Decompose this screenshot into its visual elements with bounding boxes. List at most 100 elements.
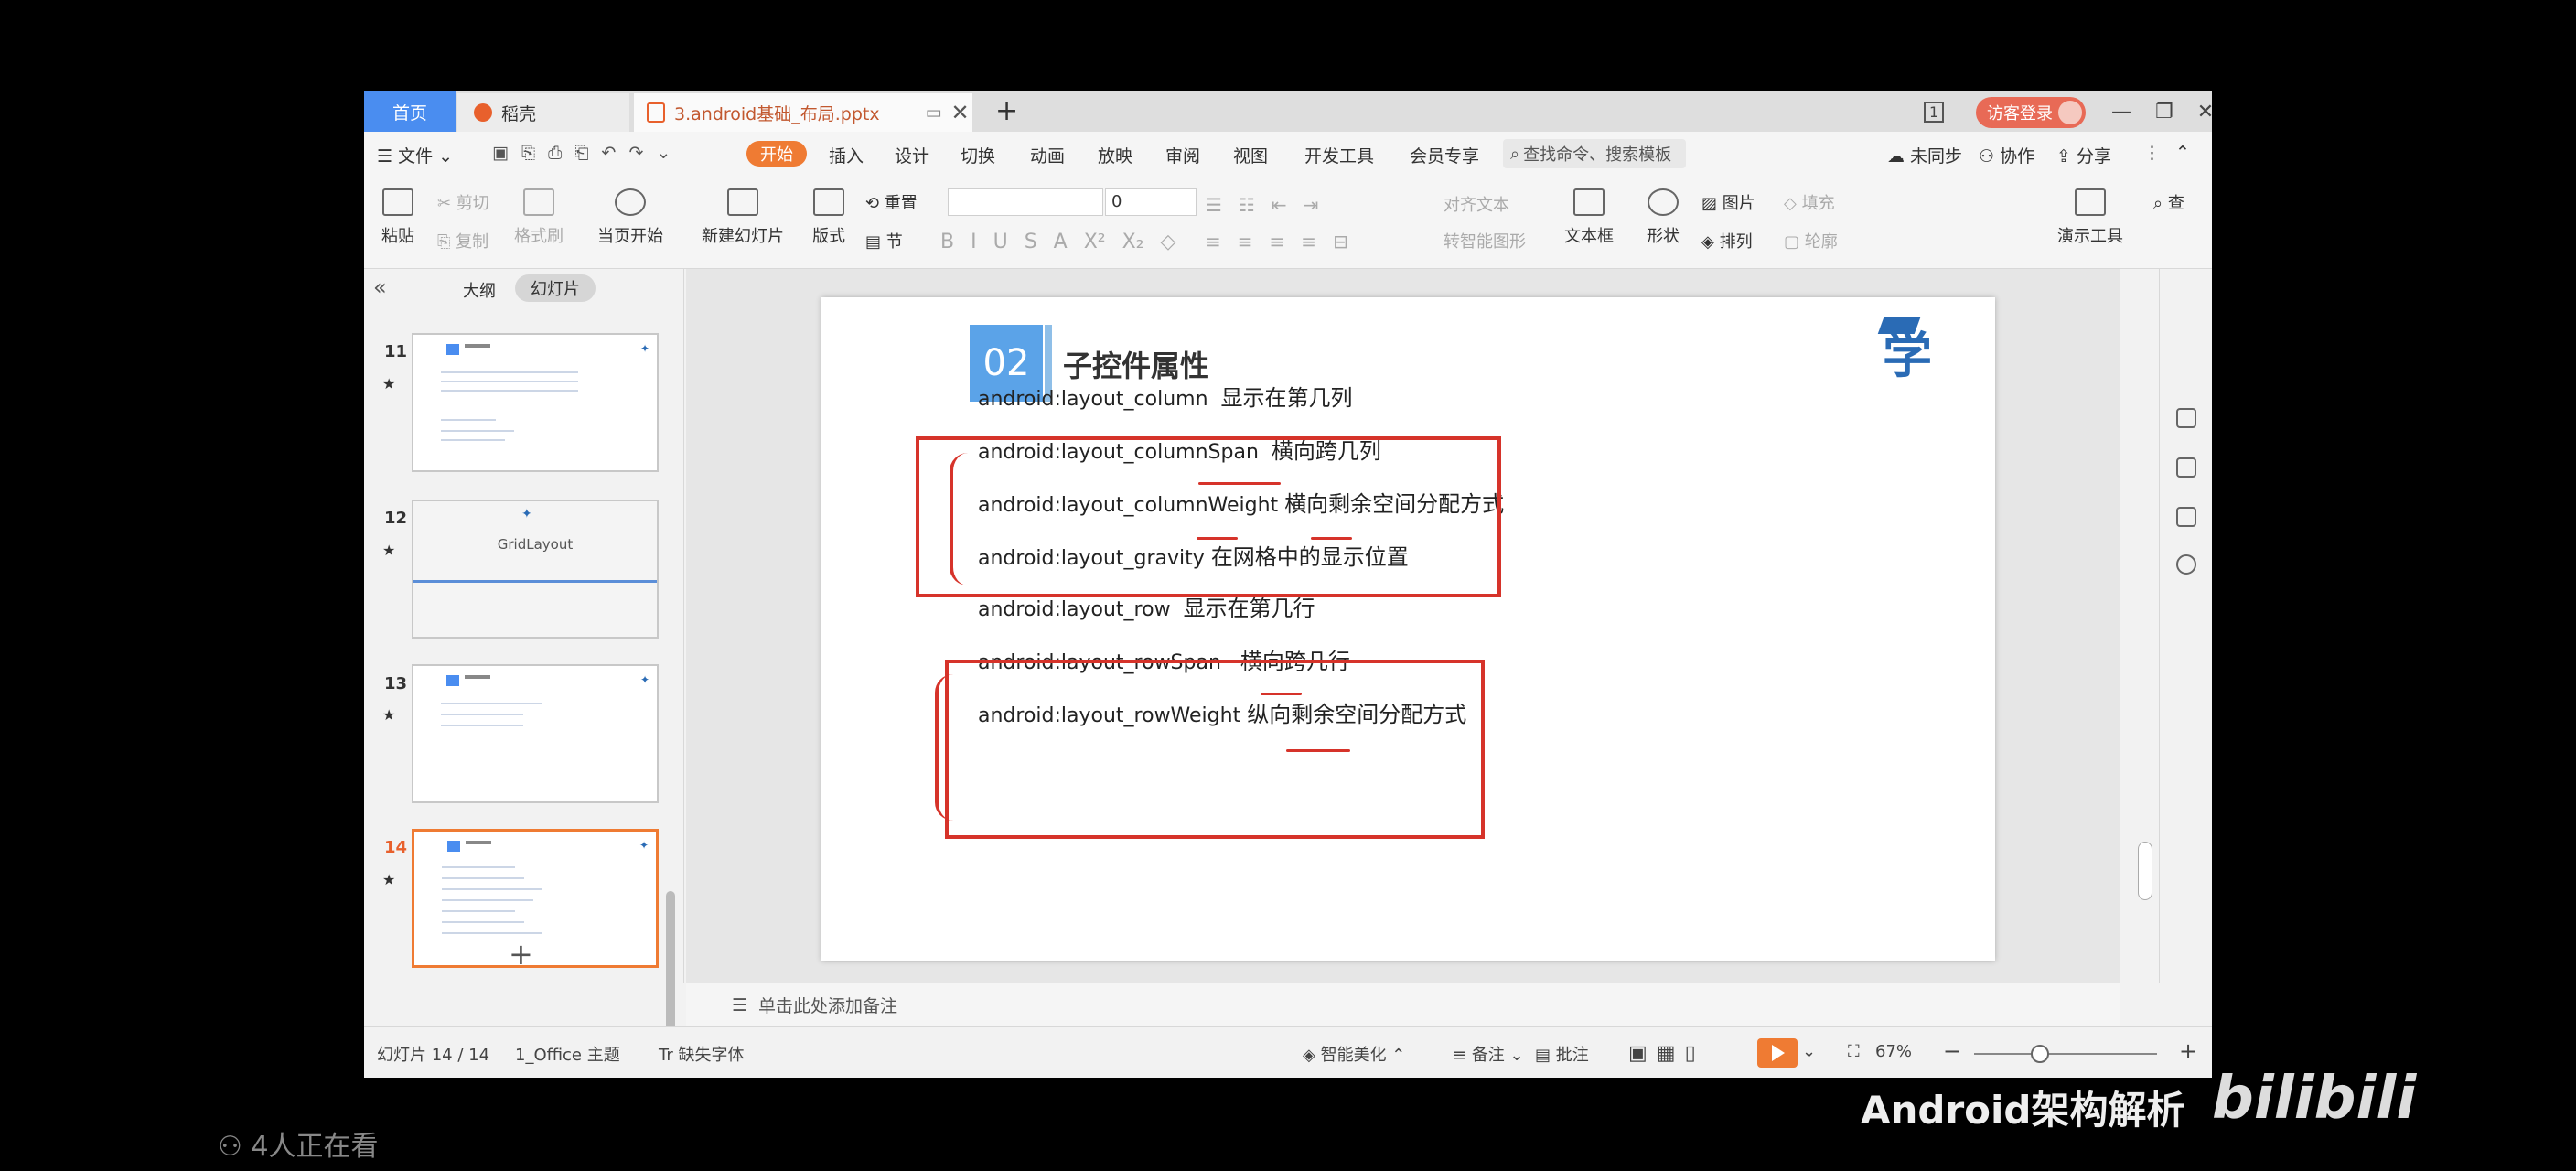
beautify-button[interactable]: ◈ 智能美化 ⌃ [1303,1042,1405,1066]
find-button[interactable]: ⌕ 查 [2153,190,2184,214]
menu-slideshow[interactable]: 放映 [1098,143,1132,167]
italic-icon[interactable]: I [971,231,977,253]
strike-icon[interactable]: S [1025,231,1037,253]
view-mode-group[interactable]: ▣▦▯ [1628,1042,1705,1065]
tab-slides[interactable]: 幻灯片 [515,274,596,302]
font-color-icon[interactable]: A [1054,231,1068,253]
fit-window-icon[interactable]: ⛶ [1848,1042,1860,1061]
grid-view-icon[interactable]: ▦ [1657,1042,1685,1065]
shape-button[interactable]: 形状 [1637,188,1689,247]
slide-thumb[interactable]: ✦ GridLayout [412,500,659,639]
quick-access-icons[interactable]: ▣⎘⎙⎗↶↷⌄ [492,143,683,163]
search-input[interactable]: ⌕ 查找命令、搜索模板 [1503,139,1686,168]
pin-icon[interactable] [2176,457,2196,478]
font-size-select[interactable]: 0 [1105,188,1197,216]
transition-icon[interactable] [2176,507,2196,527]
cut-button[interactable]: ✂ 剪切 [437,190,489,214]
outdent-icon[interactable]: ⇥ [1304,194,1319,216]
reading-view-icon[interactable]: ▯ [1685,1042,1705,1065]
more-menu-icon[interactable]: ⋮ [2143,143,2161,163]
subscript-icon[interactable]: X₂ [1122,231,1144,253]
restore-icon[interactable]: ❐ [2155,101,2174,124]
share-button[interactable]: ⇪ 分享 [2056,143,2111,167]
superscript-icon[interactable]: X² [1084,231,1106,253]
theme-name[interactable]: 1_Office 主题 [515,1042,620,1066]
number-list-icon[interactable]: ☷ [1239,194,1255,216]
menu-start[interactable]: 开始 [746,141,807,167]
zoom-slider[interactable] [1974,1053,2157,1055]
help-icon[interactable] [2176,554,2196,575]
add-slide-icon[interactable]: + [509,937,533,972]
list-group[interactable]: ☰ ☷ ⇤ ⇥ [1206,194,1318,216]
menu-developer[interactable]: 开发工具 [1304,143,1374,167]
tab-document[interactable]: 3.android基础_布局.pptx ▭ ✕ [634,93,972,132]
reset-button[interactable]: ⟲ 重置 [865,190,918,214]
paste-button[interactable]: 粘贴 [375,188,421,247]
sync-status[interactable]: ☁ 未同步 [1887,143,1962,167]
play-from-current-button[interactable]: 当页开始 [589,188,671,247]
menu-review[interactable]: 审阅 [1165,143,1200,167]
menu-insert[interactable]: 插入 [829,143,864,167]
notes-area[interactable]: ☰ 单击此处添加备注 [686,983,2120,1026]
notes-toggle[interactable]: ≡ 备注 ⌄ [1453,1042,1524,1066]
justify-icon[interactable]: ≡ [1301,231,1316,252]
page-indicator[interactable]: 1 [1924,91,1945,132]
menu-member[interactable]: 会员专享 [1410,143,1479,167]
guest-login-button[interactable]: 访客登录 [1976,97,2086,128]
collab-button[interactable]: ⚇ 协作 [1979,143,2034,167]
missing-font-button[interactable]: Tr 缺失字体 [659,1042,744,1066]
monitor-icon[interactable]: ▭ [926,102,942,123]
close-icon[interactable]: ✕ [2197,101,2212,124]
canvas-scroll-thumb[interactable] [2138,842,2152,900]
fill-button[interactable]: ◇ 填充 [1784,190,1835,214]
menu-transition[interactable]: 切换 [961,143,995,167]
bullet-list-icon[interactable]: ☰ [1206,194,1222,216]
zoom-in-icon[interactable]: + [2179,1038,2197,1064]
slide-thumb[interactable]: ✦ [412,664,659,803]
clear-format-icon[interactable]: ◇ [1161,231,1176,253]
align-right-icon[interactable]: ≡ [1270,231,1285,252]
align-group[interactable]: ≡ ≡ ≡ ≡ ⊟ [1206,231,1348,252]
layout-button[interactable]: 版式 [803,188,854,247]
font-style-group[interactable]: B I U S A X² X₂ ◇ [940,231,1175,253]
bold-icon[interactable]: B [940,231,954,253]
format-painter-button[interactable]: 格式刷 [513,188,564,247]
collapse-ribbon-icon[interactable]: ⌃ [2175,143,2190,163]
zoom-out-icon[interactable]: − [1943,1038,1961,1064]
slide-thumb[interactable]: ✦ [412,333,659,472]
distribute-icon[interactable]: ⊟ [1333,231,1348,252]
menu-view[interactable]: 视图 [1233,143,1268,167]
align-left-icon[interactable]: ≡ [1206,231,1221,252]
zoom-level[interactable]: 67% [1875,1042,1912,1061]
picture-button[interactable]: ▨ 图片 [1701,190,1755,214]
normal-view-icon[interactable]: ▣ [1628,1042,1657,1065]
tab-daoke[interactable]: 稻壳 [457,93,629,132]
menu-file[interactable]: ☰ 文件 ⌄ [377,143,453,167]
align-center-icon[interactable]: ≡ [1238,231,1253,252]
arrange-button[interactable]: ◈ 排列 [1701,229,1753,252]
menu-animation[interactable]: 动画 [1030,143,1065,167]
tab-outline[interactable]: 大纲 [463,278,496,302]
comments-toggle[interactable]: ▤ 批注 [1535,1042,1589,1066]
zoom-knob[interactable] [2031,1045,2049,1063]
section-button[interactable]: ▤ 节 [865,229,903,252]
play-dropdown-icon[interactable]: ⌄ [1802,1042,1816,1061]
new-slide-button[interactable]: 新建幻灯片 [697,188,789,247]
menu-design[interactable]: 设计 [895,143,929,167]
smartart-button[interactable]: 转智能图形 [1444,229,1526,252]
font-family-select[interactable] [948,188,1103,216]
present-tools-button[interactable]: 演示工具 [2052,188,2129,247]
tab-home[interactable]: 首页 [364,91,456,132]
canvas-scrollbar[interactable] [2134,284,2154,979]
underline-icon[interactable]: U [993,231,1008,253]
slide[interactable]: 02 子控件属性 学 android:layout_column 显示在第几列 … [821,297,1995,961]
align-text-button[interactable]: 对齐文本 [1444,192,1509,216]
collapse-panel-icon[interactable]: « [373,274,387,300]
copy-button[interactable]: ⎘ 复制 [437,229,488,252]
textbox-button[interactable]: 文本框 [1557,188,1621,247]
minimize-icon[interactable]: — [2111,101,2131,124]
properties-icon[interactable] [2176,408,2196,428]
slide-thumb-current[interactable]: ✦ [412,829,659,968]
outline-button[interactable]: ▢ 轮廓 [1784,229,1838,252]
new-tab-button[interactable]: + [995,95,1018,127]
